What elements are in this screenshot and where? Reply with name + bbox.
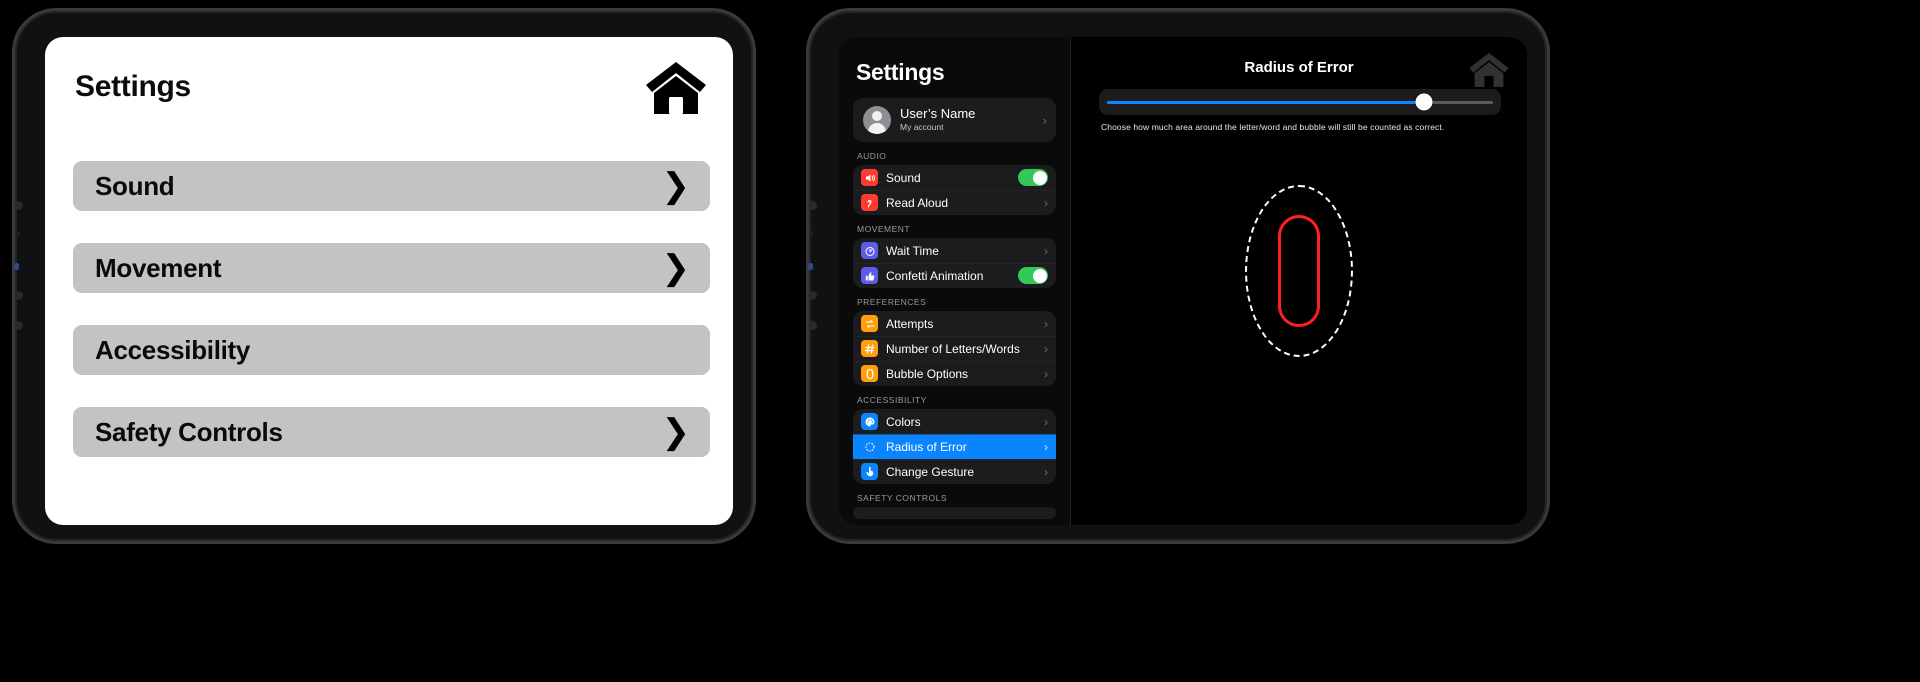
sidebar-item-number-of-letters-words[interactable]: Number of Letters/Words › — [853, 336, 1056, 361]
sidebar-item-sound[interactable]: Sound — [853, 165, 1056, 190]
chevron-right-icon: › — [1044, 464, 1048, 479]
slider-thumb[interactable] — [1415, 93, 1433, 111]
sidebar-item-wait-time[interactable]: Wait Time › — [853, 238, 1056, 263]
menu-row-movement[interactable]: Movement ❯ — [73, 243, 710, 293]
menu-row-label: Movement — [95, 252, 222, 283]
sidebar-item-label: Number of Letters/Words — [886, 341, 1020, 356]
left-device-button-3 — [14, 291, 23, 300]
section-group-preferences: Attempts › Number of Letters/Words › Bub… — [853, 311, 1056, 386]
sidebar-item-change-gesture[interactable]: Change Gesture › — [853, 459, 1056, 484]
sidebar-item-label: Read Aloud — [886, 195, 949, 210]
sidebar-item-confetti-animation[interactable]: Confetti Animation — [853, 263, 1056, 288]
red-bubble-outline-icon — [1278, 215, 1320, 327]
slider-fill — [1107, 100, 1424, 104]
sidebar-item-label: Change Gesture — [886, 464, 975, 479]
detail-title: Radius of Error — [1244, 59, 1354, 76]
menu-row-label: Safety Controls — [95, 416, 283, 447]
sidebar-item-label: Attempts — [886, 316, 934, 331]
radius-slider[interactable] — [1099, 89, 1501, 115]
sidebar-item-colors[interactable]: Colors › — [853, 409, 1056, 434]
sidebar-item-label: Confetti Animation — [886, 268, 984, 283]
screenshot-stage: Settings Sound ❯ Movement ❯ Accessibilit… — [0, 0, 1920, 682]
chevron-right-icon: › — [1044, 414, 1048, 429]
chevron-right-icon: › — [1044, 439, 1048, 454]
menu-row-label: Sound — [95, 170, 175, 201]
account-name: User’s Name — [900, 106, 976, 121]
dashed-circle-icon — [861, 438, 878, 455]
slider-caption: Choose how much area around the letter/w… — [1101, 122, 1445, 132]
menu-row-sound[interactable]: Sound ❯ — [73, 161, 710, 211]
sidebar-item-label: Bubble Options — [886, 366, 969, 381]
sidebar-item-account[interactable]: User’s Name My account › — [853, 98, 1056, 142]
detail-pane: Radius of Error Choose how much area aro… — [1071, 37, 1527, 525]
left-screen: Settings Sound ❯ Movement ❯ Accessibilit… — [45, 37, 733, 525]
chevron-right-icon: › — [1044, 243, 1048, 258]
left-tablet-device: Settings Sound ❯ Movement ❯ Accessibilit… — [12, 8, 756, 544]
right-device-indicator — [808, 263, 813, 270]
right-device-button-2 — [809, 231, 814, 236]
sidebar-title: Settings — [856, 59, 945, 85]
sidebar-item-read-aloud[interactable]: Read Aloud › — [853, 190, 1056, 215]
section-header-preferences: PREFERENCES — [857, 297, 927, 307]
home-icon[interactable] — [1467, 51, 1511, 89]
chevron-right-icon: ❯ — [661, 248, 691, 288]
palette-icon — [861, 413, 878, 430]
section-group-audio: Sound Read Aloud › — [853, 165, 1056, 215]
left-device-button-4 — [14, 321, 23, 330]
sidebar-item-label: Colors — [886, 414, 921, 429]
account-subtitle: My account — [900, 121, 944, 132]
sidebar-item-label: Wait Time — [886, 243, 939, 258]
left-device-indicator — [14, 263, 19, 270]
stopwatch-icon — [861, 242, 878, 259]
settings-sidebar[interactable]: Settings User’s Name My account › AUDIO — [839, 37, 1071, 525]
right-device-button-4 — [808, 321, 817, 330]
menu-row-accessibility[interactable]: Accessibility — [73, 325, 710, 375]
home-icon[interactable] — [643, 59, 709, 117]
sidebar-item-attempts[interactable]: Attempts › — [853, 311, 1056, 336]
slider-track[interactable] — [1107, 93, 1493, 111]
avatar-person-icon — [863, 106, 891, 134]
section-group-accessibility: Colors › Radius of Error › Change Gestur… — [853, 409, 1056, 484]
left-device-button-2 — [15, 231, 20, 236]
chevron-right-icon: › — [1042, 112, 1047, 128]
hand-tap-icon — [861, 463, 878, 480]
chevron-right-icon: › — [1044, 366, 1048, 381]
section-header-safety-controls: SAFETY CONTROLS — [857, 493, 947, 503]
sidebar-item-radius-of-error[interactable]: Radius of Error › — [853, 434, 1056, 459]
radius-preview — [1245, 185, 1353, 357]
right-screen: Settings User’s Name My account › AUDIO — [839, 37, 1527, 525]
sound-toggle[interactable] — [1018, 169, 1048, 186]
right-device-button-3 — [808, 291, 817, 300]
section-group-movement: Wait Time › Confetti Animation — [853, 238, 1056, 288]
section-header-movement: MOVEMENT — [857, 224, 911, 234]
sidebar-item-bubble-options[interactable]: Bubble Options › — [853, 361, 1056, 386]
ear-listen-icon — [861, 194, 878, 211]
sidebar-item-label: Sound — [886, 170, 921, 185]
chevron-right-icon: › — [1044, 341, 1048, 356]
repeat-arrows-icon — [861, 315, 878, 332]
chevron-right-icon: ❯ — [661, 412, 691, 452]
speaker-wave-icon — [861, 169, 878, 186]
right-device-button-1 — [808, 201, 817, 210]
section-group-safety-controls — [853, 507, 1056, 519]
right-tablet-device: Settings User’s Name My account › AUDIO — [806, 8, 1550, 544]
page-title: Settings — [75, 70, 191, 103]
chevron-right-icon: › — [1044, 316, 1048, 331]
confetti-animation-toggle[interactable] — [1018, 267, 1048, 284]
left-device-button-1 — [14, 201, 23, 210]
oval-outline-icon — [861, 365, 878, 382]
section-header-accessibility: ACCESSIBILITY — [857, 395, 927, 405]
chevron-right-icon: › — [1044, 195, 1048, 210]
section-header-audio: AUDIO — [857, 151, 887, 161]
chevron-right-icon: ❯ — [661, 166, 691, 206]
thumbs-up-icon — [861, 267, 878, 284]
hash-icon — [861, 340, 878, 357]
menu-row-label: Accessibility — [95, 334, 251, 365]
menu-row-safety-controls[interactable]: Safety Controls ❯ — [73, 407, 710, 457]
sidebar-item-label: Radius of Error — [886, 439, 967, 454]
